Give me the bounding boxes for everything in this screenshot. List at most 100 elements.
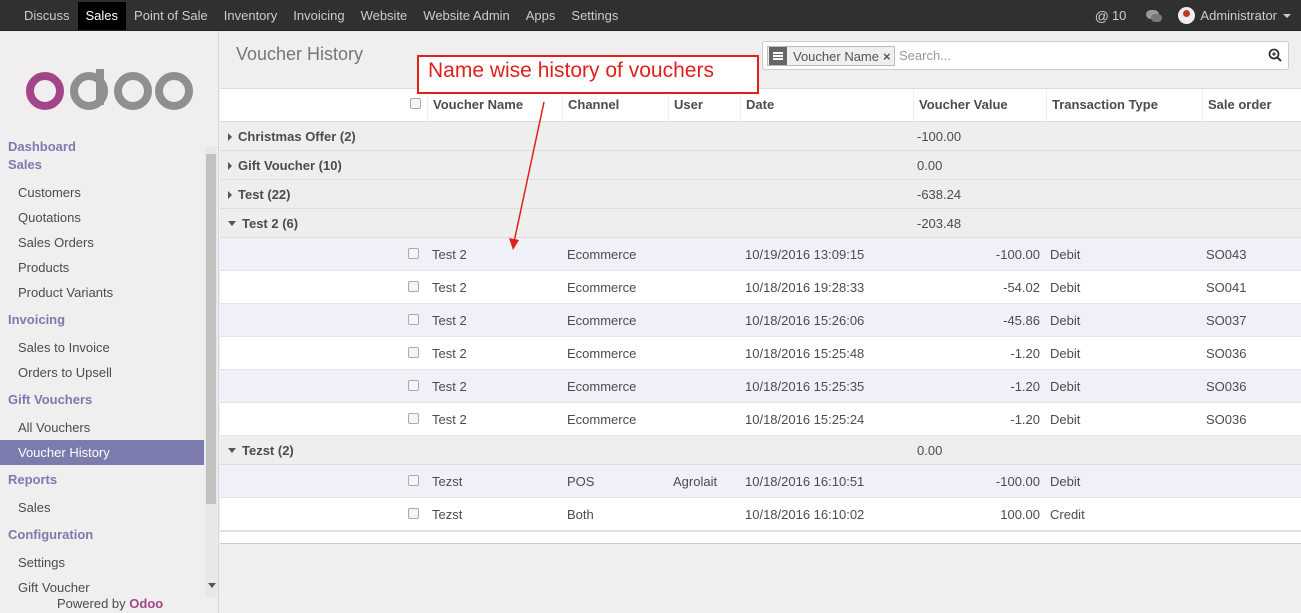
sidebar-section-dashboard[interactable]: Dashboard	[0, 138, 204, 156]
mentions-button[interactable]: @ 10	[1095, 8, 1127, 24]
group-label: Tezst (2)	[228, 443, 294, 458]
row-checkbox[interactable]	[408, 508, 419, 519]
cell-voucher-name: Tezst	[432, 507, 463, 522]
column-header-sale-order[interactable]: Sale order	[1202, 89, 1301, 121]
group-row[interactable]: Test 2 (6) -203.48	[220, 209, 1301, 238]
cell-voucher-value: -1.20	[1010, 346, 1040, 361]
cell-date: 10/18/2016 15:25:35	[745, 379, 865, 394]
scrollbar-thumb[interactable]	[206, 154, 216, 504]
group-row[interactable]: Tezst (2) 0.00	[220, 436, 1301, 465]
cell-transaction-type: Debit	[1050, 379, 1081, 394]
table-row[interactable]: Test 2 Ecommerce 10/18/2016 15:25:24 -1.20 D…	[220, 403, 1301, 436]
search-icon[interactable]	[1268, 48, 1282, 62]
cell-channel: Ecommerce	[567, 280, 637, 295]
cell-sale-order[interactable]: SO037	[1206, 313, 1246, 328]
cell-channel: Both	[567, 507, 594, 522]
column-header-voucher-value[interactable]: Voucher Value	[913, 89, 1046, 121]
header-spacer	[220, 89, 407, 121]
menu-settings[interactable]: Settings	[563, 0, 626, 31]
table-row[interactable]: Test 2 Ecommerce 10/19/2016 13:09:15 -100.0…	[220, 238, 1301, 271]
user-name[interactable]: Administrator	[1200, 8, 1277, 23]
group-total: -100.00	[917, 129, 962, 144]
sidebar-item-customers[interactable]: Customers	[0, 180, 204, 205]
checkbox[interactable]	[410, 98, 421, 109]
cell-voucher-value: -1.20	[1010, 412, 1040, 427]
cell-date: 10/18/2016 15:26:06	[745, 313, 865, 328]
scroll-down-icon[interactable]	[208, 583, 216, 588]
group-row[interactable]: Test (22) -638.24	[220, 180, 1301, 209]
search-facet[interactable]: Voucher Name ×	[767, 46, 895, 66]
row-checkbox[interactable]	[408, 248, 419, 259]
sidebar-item-sales-to-invoice[interactable]: Sales to Invoice	[0, 335, 204, 360]
cell-transaction-type: Debit	[1050, 474, 1081, 489]
app-menu: Discuss Sales Point of Sale Inventory Invoic…	[16, 0, 626, 31]
group-row[interactable]: Gift Voucher (10) 0.00	[220, 151, 1301, 180]
sidebar-item-orders-to-upsell[interactable]: Orders to Upsell	[0, 360, 204, 385]
sidebar-item-product-variants[interactable]: Product Variants	[0, 280, 204, 305]
table-row[interactable]: Test 2 Ecommerce 10/18/2016 15:25:35 -1.20 D…	[220, 370, 1301, 403]
menu-invoicing[interactable]: Invoicing	[285, 0, 352, 31]
group-by-icon	[769, 47, 787, 65]
sidebar-section-invoicing: Invoicing	[8, 312, 66, 327]
group-name: Test (22)	[238, 187, 291, 202]
sidebar-item-quotations[interactable]: Quotations	[0, 205, 204, 230]
table-row[interactable]: Test 2 Ecommerce 10/18/2016 15:25:48 -1.20 D…	[220, 337, 1301, 370]
sidebar-item-products[interactable]: Products	[0, 255, 204, 280]
table-header: Voucher Name Channel User Date Voucher Value…	[220, 89, 1301, 122]
row-checkbox[interactable]	[408, 281, 419, 292]
cell-sale-order[interactable]: SO036	[1206, 346, 1246, 361]
sidebar-nav: Dashboard Sales Customers Quotations Sales O…	[0, 138, 204, 600]
table-row[interactable]: Tezst Both 10/18/2016 16:10:02 100.00 Credit	[220, 498, 1301, 531]
cell-channel: Ecommerce	[567, 247, 637, 262]
cell-sale-order[interactable]: SO043	[1206, 247, 1246, 262]
row-checkbox[interactable]	[408, 475, 419, 486]
column-header-date[interactable]: Date	[740, 89, 913, 121]
caret-down-icon[interactable]	[1283, 13, 1291, 18]
sidebar-item-sales-orders[interactable]: Sales Orders	[0, 230, 204, 255]
cell-sale-order[interactable]: SO036	[1206, 379, 1246, 394]
menu-sales[interactable]: Sales	[77, 2, 127, 30]
sidebar-item-settings[interactable]: Settings	[0, 550, 204, 575]
menu-website-admin[interactable]: Website Admin	[415, 0, 517, 31]
table-row[interactable]: Test 2 Ecommerce 10/18/2016 19:28:33 -54.02…	[220, 271, 1301, 304]
menu-inventory[interactable]: Inventory	[216, 0, 285, 31]
cell-sale-order[interactable]: SO036	[1206, 412, 1246, 427]
menu-apps[interactable]: Apps	[518, 0, 564, 31]
cell-voucher-name: Tezst	[432, 474, 463, 489]
cell-voucher-value: -100.00	[995, 247, 1040, 262]
sidebar-item-sales[interactable]: Sales	[0, 495, 204, 520]
sidebar-item-all-vouchers[interactable]: All Vouchers	[0, 415, 204, 440]
sidebar-item-voucher-history[interactable]: Voucher History	[0, 440, 204, 465]
remove-facet-icon[interactable]: ×	[883, 49, 894, 64]
row-checkbox[interactable]	[408, 347, 419, 358]
powered-brand[interactable]: Odoo	[129, 596, 163, 611]
group-label: Test (22)	[228, 187, 291, 202]
cell-voucher-name: Test 2	[432, 280, 467, 295]
page-title: Voucher History	[236, 44, 364, 64]
cell-voucher-value: -54.02	[1003, 280, 1040, 295]
row-checkbox[interactable]	[408, 314, 419, 325]
table-row[interactable]: Tezst POS Agrolait 10/18/2016 16:10:51 -100.…	[220, 465, 1301, 498]
sidebar-scrollbar[interactable]	[205, 146, 217, 598]
cell-channel: Ecommerce	[567, 346, 637, 361]
cell-sale-order[interactable]: SO041	[1206, 280, 1246, 295]
table-row[interactable]: Test 2 Ecommerce 10/18/2016 15:26:06 -45.86…	[220, 304, 1301, 337]
cell-channel: POS	[567, 474, 595, 489]
row-checkbox[interactable]	[408, 413, 419, 424]
menu-website[interactable]: Website	[353, 0, 416, 31]
column-header-transaction-type[interactable]: Transaction Type	[1046, 89, 1202, 121]
group-row[interactable]: Christmas Offer (2) -100.00	[220, 122, 1301, 151]
menu-discuss[interactable]: Discuss	[16, 0, 78, 31]
cell-voucher-value: -45.86	[1003, 313, 1040, 328]
avatar[interactable]	[1178, 7, 1196, 24]
row-checkbox[interactable]	[408, 380, 419, 391]
group-total: -638.24	[917, 187, 962, 202]
sidebar-section-reports: Reports	[8, 472, 58, 487]
cell-transaction-type: Debit	[1050, 280, 1081, 295]
group-name: Test 2 (6)	[242, 216, 299, 231]
chat-icon[interactable]	[1146, 9, 1163, 22]
caret-down-icon	[228, 448, 236, 453]
search-bar[interactable]: Voucher Name ×	[762, 41, 1289, 70]
search-input[interactable]	[899, 45, 1239, 66]
menu-point-of-sale[interactable]: Point of Sale	[126, 0, 216, 31]
